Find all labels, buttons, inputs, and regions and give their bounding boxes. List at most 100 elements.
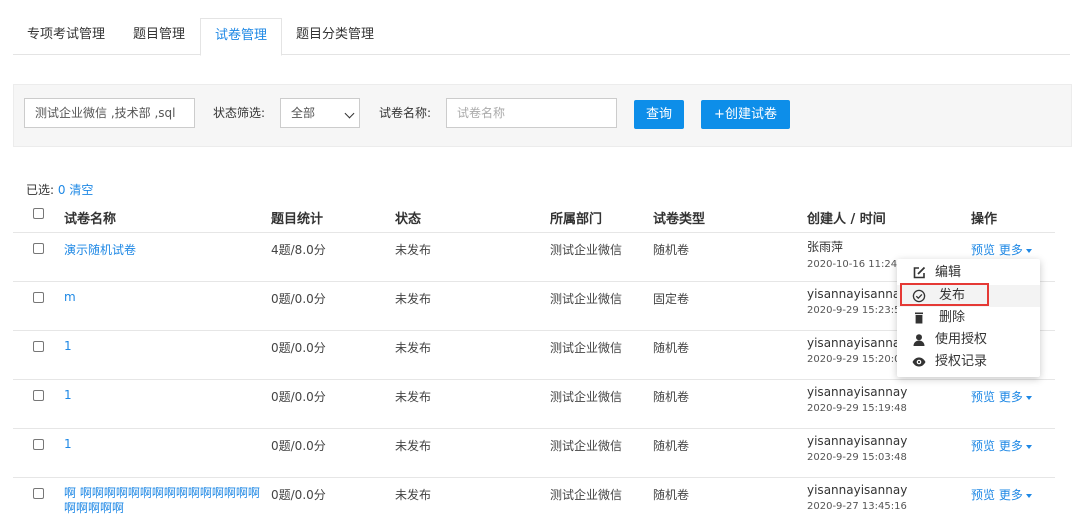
paper-name-link[interactable]: 1 bbox=[64, 339, 72, 353]
row-checkbox[interactable] bbox=[33, 439, 44, 450]
more-dropdown[interactable]: 更多 bbox=[999, 243, 1032, 257]
tab-paper[interactable]: 试卷管理 bbox=[200, 18, 283, 56]
creator-name: yisannayisannay bbox=[807, 385, 908, 399]
created-time: 2020-9-29 15:23:5 bbox=[807, 305, 901, 316]
department-text: 测试企业微信 bbox=[550, 488, 623, 502]
created-time: 2020-9-29 15:20:0 bbox=[807, 354, 901, 365]
paper-name-link[interactable]: 1 bbox=[64, 437, 72, 451]
trash-icon bbox=[915, 312, 923, 324]
col-actions: 操作 bbox=[971, 212, 998, 227]
row-checkbox[interactable] bbox=[33, 341, 44, 352]
status-text: 未发布 bbox=[395, 341, 432, 355]
creator-time: yisannayisannay 2020-9-29 15:03:48 bbox=[807, 434, 907, 463]
more-actions-menu: 编辑 发布 删除 使用授权 授权记录 bbox=[897, 259, 1040, 377]
selection-label: 已选: bbox=[26, 183, 55, 197]
creator-name: 张雨萍 bbox=[807, 240, 844, 254]
col-paper-type: 试卷类型 bbox=[653, 212, 706, 227]
paper-name-link[interactable]: 1 bbox=[64, 388, 72, 402]
paper-type-text: 随机卷 bbox=[653, 390, 690, 404]
col-creator-time: 创建人 / 时间 bbox=[807, 212, 886, 227]
row-checkbox[interactable] bbox=[33, 488, 44, 499]
creator-time: yisannayisannay 2020-9-29 15:19:48 bbox=[807, 385, 907, 414]
question-stats: 0题/0.0分 bbox=[271, 341, 326, 355]
menu-item-edit[interactable]: 编辑 bbox=[897, 262, 1040, 284]
more-dropdown[interactable]: 更多 bbox=[999, 390, 1032, 404]
creator-time: 张雨萍 2020-10-16 11:24: bbox=[807, 238, 900, 270]
eye-icon bbox=[912, 357, 926, 367]
row-actions: 预览 更多 bbox=[971, 241, 1032, 258]
menu-item-delete[interactable]: 删除 bbox=[897, 307, 1040, 329]
row-checkbox[interactable] bbox=[33, 292, 44, 303]
filter-bar: 测试企业微信 ,技术部 ,sql 状态筛选: 全部 试卷名称: 试卷名称 查询 … bbox=[13, 84, 1072, 147]
select-all-checkbox[interactable] bbox=[33, 208, 44, 219]
tab-question[interactable]: 题目管理 bbox=[119, 16, 199, 53]
clear-selection-link[interactable]: 清空 bbox=[69, 183, 93, 197]
user-icon bbox=[913, 334, 925, 346]
department-text: 测试企业微信 bbox=[550, 243, 623, 257]
row-checkbox[interactable] bbox=[33, 243, 44, 254]
caret-down-icon bbox=[1025, 493, 1032, 498]
creator-time: yisannayisannay 2020-9-27 13:45:16 bbox=[807, 483, 907, 512]
menu-item-publish[interactable]: 发布 bbox=[897, 285, 1040, 307]
caret-down-icon bbox=[1025, 395, 1032, 400]
creator-time: yisannayisannay 2020-9-29 15:20:0 bbox=[807, 336, 907, 365]
row-actions: 预览 更多 bbox=[971, 486, 1032, 503]
paper-name-link[interactable]: m bbox=[64, 290, 76, 304]
paper-type-text: 随机卷 bbox=[653, 243, 690, 257]
col-department: 所属部门 bbox=[550, 212, 603, 227]
status-text: 未发布 bbox=[395, 488, 432, 502]
menu-item-label: 删除 bbox=[939, 310, 966, 325]
row-actions: 预览 更多 bbox=[971, 388, 1032, 405]
row-checkbox[interactable] bbox=[33, 390, 44, 401]
caret-down-icon bbox=[1025, 248, 1032, 253]
tab-bar: 专项考试管理 题目管理 试卷管理 题目分类管理 bbox=[13, 16, 1070, 56]
menu-item-label: 授权记录 bbox=[935, 354, 988, 369]
created-time: 2020-9-29 15:19:48 bbox=[807, 403, 907, 414]
col-question-stats: 题目统计 bbox=[271, 212, 324, 227]
status-text: 未发布 bbox=[395, 292, 432, 306]
paper-type-text: 随机卷 bbox=[653, 488, 690, 502]
col-paper-name: 试卷名称 bbox=[64, 212, 117, 227]
status-text: 未发布 bbox=[395, 390, 432, 404]
question-stats: 0题/0.0分 bbox=[271, 488, 326, 502]
preview-link[interactable]: 预览 bbox=[971, 439, 995, 453]
menu-item-authorize[interactable]: 使用授权 bbox=[897, 329, 1040, 351]
tab-question-category[interactable]: 题目分类管理 bbox=[282, 16, 388, 53]
row-actions: 预览 更多 bbox=[971, 437, 1032, 454]
menu-item-label: 编辑 bbox=[935, 265, 962, 280]
menu-item-label: 发布 bbox=[939, 288, 966, 303]
paper-type-text: 固定卷 bbox=[653, 292, 690, 306]
paper-name-link[interactable]: 演示随机试卷 bbox=[64, 241, 136, 258]
menu-item-auth-records[interactable]: 授权记录 bbox=[897, 351, 1040, 373]
paper-name-placeholder: 试卷名称 bbox=[457, 106, 506, 120]
paper-name-input[interactable]: 试卷名称 bbox=[446, 98, 617, 128]
creator-name: yisannayisannay bbox=[807, 336, 908, 350]
department-text: 测试企业微信 bbox=[550, 341, 623, 355]
status-text: 未发布 bbox=[395, 243, 432, 257]
department-text: 测试企业微信 bbox=[550, 292, 623, 306]
create-paper-button[interactable]: +创建试卷 bbox=[701, 100, 790, 129]
creator-time: yisannayisannay 2020-9-29 15:23:5 bbox=[807, 287, 907, 316]
preview-link[interactable]: 预览 bbox=[971, 488, 995, 502]
chevron-down-icon bbox=[344, 108, 355, 119]
table-row: 1 0题/0.0分 未发布 测试企业微信 随机卷 yisannayisannay… bbox=[13, 380, 1055, 429]
question-stats: 0题/0.0分 bbox=[271, 390, 326, 404]
more-label: 更多 bbox=[998, 243, 1023, 257]
table-header: 试卷名称 题目统计 状态 所属部门 试卷类型 创建人 / 时间 操作 bbox=[13, 200, 1055, 233]
search-button[interactable]: 查询 bbox=[634, 100, 684, 129]
status-filter-label: 状态筛选: bbox=[213, 106, 266, 120]
scope-input[interactable]: 测试企业微信 ,技术部 ,sql bbox=[24, 98, 195, 128]
status-select[interactable]: 全部 bbox=[280, 98, 360, 128]
edit-icon bbox=[913, 266, 926, 279]
creator-name: yisannayisannay bbox=[807, 483, 908, 497]
paper-name-label: 试卷名称: bbox=[379, 106, 432, 120]
paper-name-link[interactable]: 啊 啊啊啊啊啊啊啊啊啊啊啊啊啊啊啊啊啊啊啊啊 bbox=[64, 486, 260, 516]
preview-link[interactable]: 预览 bbox=[971, 243, 995, 257]
tab-special-exam[interactable]: 专项考试管理 bbox=[13, 16, 119, 53]
more-dropdown[interactable]: 更多 bbox=[999, 439, 1032, 453]
menu-item-label: 使用授权 bbox=[935, 332, 988, 347]
selection-summary: 已选: 0 清空 bbox=[26, 181, 93, 198]
created-time: 2020-9-29 15:03:48 bbox=[807, 452, 907, 463]
more-dropdown[interactable]: 更多 bbox=[999, 488, 1032, 502]
preview-link[interactable]: 预览 bbox=[971, 390, 995, 404]
